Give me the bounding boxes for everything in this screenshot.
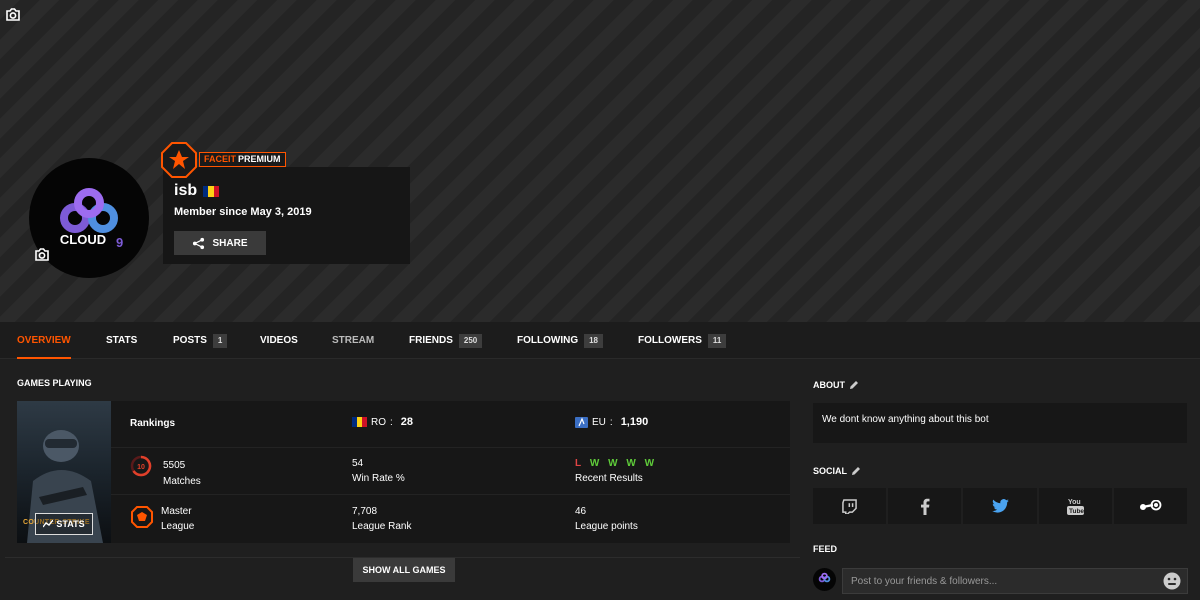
matches-label: Matches (163, 476, 201, 487)
tab-videos[interactable]: VIDEOS (260, 322, 298, 359)
svg-text:10: 10 (137, 464, 145, 471)
tab-friends[interactable]: FRIENDS 250 (409, 322, 483, 359)
tab-label: FOLLOWERS (638, 335, 702, 346)
trend-icon (43, 520, 54, 528)
rankings-label: Rankings (130, 418, 176, 429)
faceit-premium-icon (161, 142, 197, 178)
country-rank-value: 28 (400, 416, 414, 428)
eu-region-icon (575, 416, 588, 428)
league-rank-label: League Rank (352, 521, 412, 532)
avatar-logo-text: CLOUD (60, 232, 106, 247)
steam-button[interactable] (1113, 488, 1188, 524)
member-since: Member since May 3, 2019 (174, 206, 312, 218)
feed-avatar (813, 568, 836, 591)
steam-icon (1140, 500, 1162, 511)
twitch-button[interactable] (813, 488, 887, 524)
tab-count: 250 (458, 333, 483, 348)
tab-following[interactable]: FOLLOWING 18 (517, 322, 604, 359)
svg-text:Tube: Tube (1069, 508, 1084, 515)
win-rate-label: Win Rate % (352, 473, 405, 484)
twitter-button[interactable] (963, 488, 1037, 524)
country-rank-region: RO (371, 416, 386, 428)
svg-text:You: You (1068, 499, 1081, 506)
tab-followers[interactable]: FOLLOWERS 11 (638, 322, 727, 359)
premium-tier: PREMIUM (238, 154, 281, 164)
tab-count: 11 (707, 333, 727, 348)
tab-stats[interactable]: STATS (106, 322, 137, 359)
league-value: Master (161, 506, 192, 517)
tab-label: STREAM (332, 335, 375, 346)
tab-overview[interactable]: OVERVIEW (17, 322, 71, 359)
romania-flag-icon (352, 417, 367, 427)
region-rank-value: 1,190 (620, 416, 649, 428)
tab-count: 1 (212, 333, 228, 348)
league-points-label: League points (575, 521, 638, 532)
tab-label: POSTS (173, 335, 207, 346)
share-label: SHARE (212, 237, 248, 249)
feed-title: FEED (813, 544, 838, 554)
recent-results: L W W W W (575, 458, 657, 469)
twitter-icon (991, 499, 1009, 513)
share-button[interactable]: SHARE (174, 231, 266, 255)
about-box: We dont know anything about this bot (813, 403, 1187, 443)
romania-flag-icon (203, 185, 220, 197)
league-rank-value: 7,708 (352, 506, 378, 517)
premium-brand: FACEIT (204, 154, 237, 164)
league-label: League (161, 521, 195, 532)
twitch-icon (842, 498, 857, 514)
edit-social-icon[interactable] (851, 466, 861, 476)
premium-badge: FACEIT PREMIUM (199, 152, 286, 167)
about-title: ABOUT (813, 380, 859, 390)
result-win: W (608, 458, 621, 469)
row-divider (111, 447, 790, 448)
tab-posts[interactable]: POSTS 1 (173, 322, 228, 359)
region-rank-region: EU (592, 416, 606, 428)
result-win: W (626, 458, 639, 469)
feed-post-input[interactable] (842, 568, 1188, 594)
result-win: W (589, 458, 603, 469)
social-links: You Tube (813, 488, 1188, 524)
skill-level-icon: 10 (130, 455, 152, 477)
camera-icon[interactable] (5, 7, 21, 23)
tab-label: FRIENDS (409, 335, 453, 346)
emoji-icon[interactable] (1163, 572, 1181, 590)
league-icon (131, 506, 153, 528)
about-text: We dont know anything about this bot (822, 414, 989, 425)
show-all-games-button[interactable]: SHOW ALL GAMES (353, 558, 455, 582)
league-points-value: 46 (575, 506, 587, 517)
result-loss: L (575, 458, 585, 469)
social-title: SOCIAL (813, 466, 861, 476)
row-divider (111, 494, 790, 495)
stats-label: STATS (56, 519, 85, 529)
country-rank: RO: 28 (352, 416, 413, 428)
tab-label: VIDEOS (260, 335, 298, 346)
svg-text:9: 9 (116, 235, 123, 250)
win-rate-value: 54 (352, 458, 364, 469)
youtube-button[interactable]: You Tube (1038, 488, 1112, 524)
result-win: W (644, 458, 658, 469)
about-title-text: ABOUT (813, 380, 845, 390)
youtube-icon: You Tube (1066, 499, 1084, 515)
facebook-icon (920, 498, 930, 515)
social-title-text: SOCIAL (813, 466, 848, 476)
tab-label: FOLLOWING (517, 335, 579, 346)
elo-value: 5505 (163, 460, 186, 471)
share-icon (193, 237, 205, 249)
region-rank: EU: 1,190 (575, 416, 648, 428)
games-playing-title: GAMES PLAYING (17, 378, 92, 388)
tab-label: OVERVIEW (17, 335, 71, 346)
cloud9-logo-icon (818, 572, 831, 583)
facebook-button[interactable] (888, 488, 962, 524)
stats-button[interactable]: STATS (35, 513, 93, 535)
recent-results-label: Recent Results (575, 473, 643, 484)
username-row: isb (174, 182, 220, 200)
username: isb (174, 182, 198, 199)
tab-count: 18 (584, 333, 604, 348)
avatar-camera-icon[interactable] (34, 247, 50, 263)
tab-label: STATS (106, 335, 138, 346)
tab-stream[interactable]: STREAM (332, 322, 374, 359)
edit-about-icon[interactable] (849, 380, 859, 390)
profile-tabs: OVERVIEW STATS POSTS 1 VIDEOS STREAM FRI… (0, 322, 1200, 359)
